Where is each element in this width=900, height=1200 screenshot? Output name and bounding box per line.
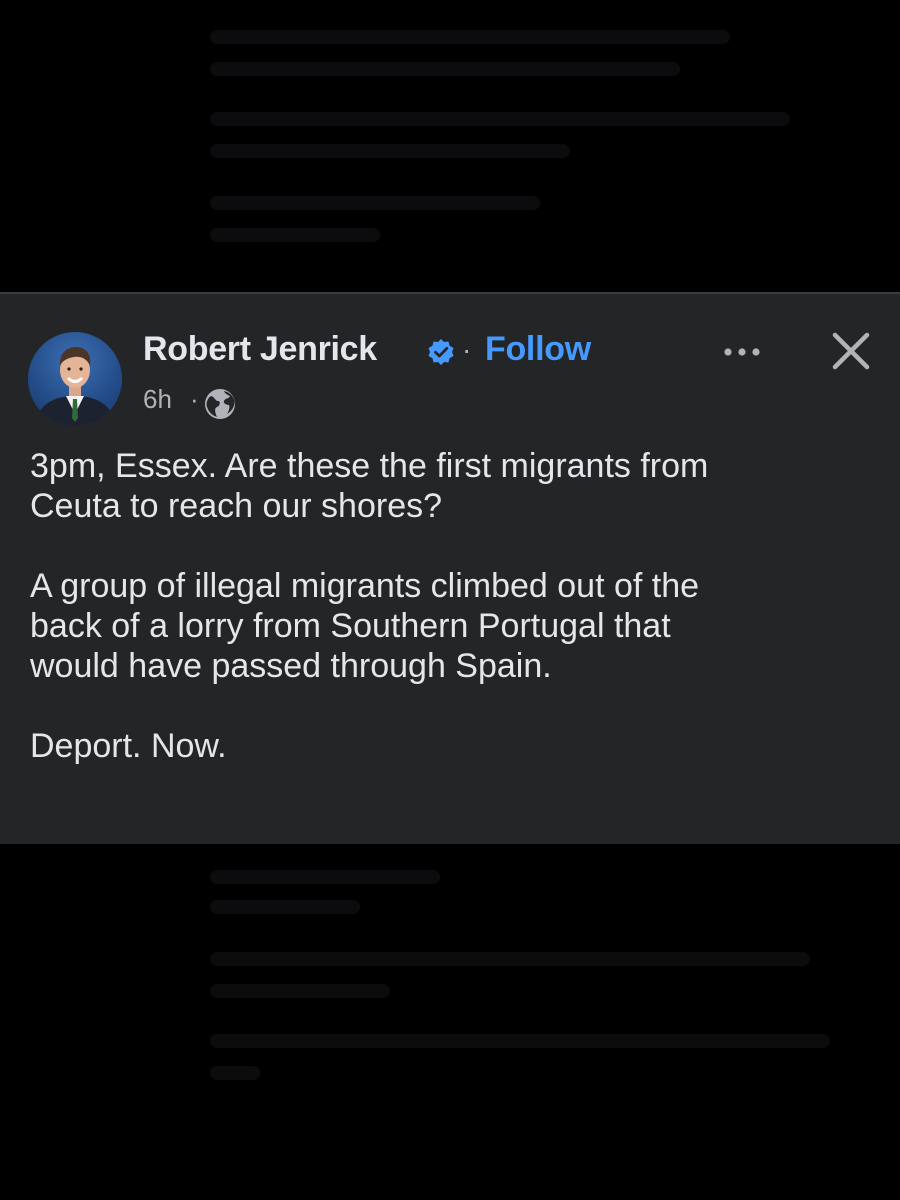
- blurred-text-line: [210, 112, 790, 126]
- author-name[interactable]: Robert Jenrick: [143, 330, 377, 369]
- post-paragraph: 3pm, Essex. Are these the first migrants…: [30, 447, 709, 525]
- verified-badge-icon: [428, 339, 454, 365]
- globe-icon[interactable]: [203, 387, 237, 421]
- blurred-text-line: [210, 1066, 260, 1080]
- timestamp-separator: ·: [190, 384, 199, 414]
- author-avatar[interactable]: [28, 332, 122, 426]
- blurred-background-top: [0, 0, 900, 292]
- blurred-text-line: [210, 1034, 830, 1048]
- close-icon[interactable]: [828, 328, 874, 374]
- blurred-background-bottom: [0, 844, 900, 1200]
- blurred-text-line: [210, 228, 380, 242]
- post-text: 3pm, Essex. Are these the first migrants…: [30, 446, 870, 766]
- follow-button[interactable]: Follow: [485, 330, 591, 369]
- post-paragraph: A group of illegal migrants climbed out …: [30, 567, 700, 685]
- post-paragraph: Deport. Now.: [30, 727, 227, 765]
- blurred-text-line: [210, 30, 730, 44]
- post-timestamp[interactable]: 6h: [143, 384, 172, 415]
- blurred-text-line: [210, 196, 540, 210]
- blurred-text-line: [210, 984, 390, 998]
- blurred-text-line: [210, 952, 810, 966]
- blurred-text-line: [210, 870, 440, 884]
- blurred-text-line: [210, 62, 680, 76]
- name-separator: ·: [462, 334, 472, 365]
- blurred-text-line: [210, 144, 570, 158]
- avatar-portrait: [34, 347, 116, 426]
- more-options-icon[interactable]: [718, 342, 766, 362]
- post-card: Robert Jenrick · Follow 6h · 3pm, Essex.…: [0, 292, 900, 844]
- blurred-text-line: [210, 900, 360, 914]
